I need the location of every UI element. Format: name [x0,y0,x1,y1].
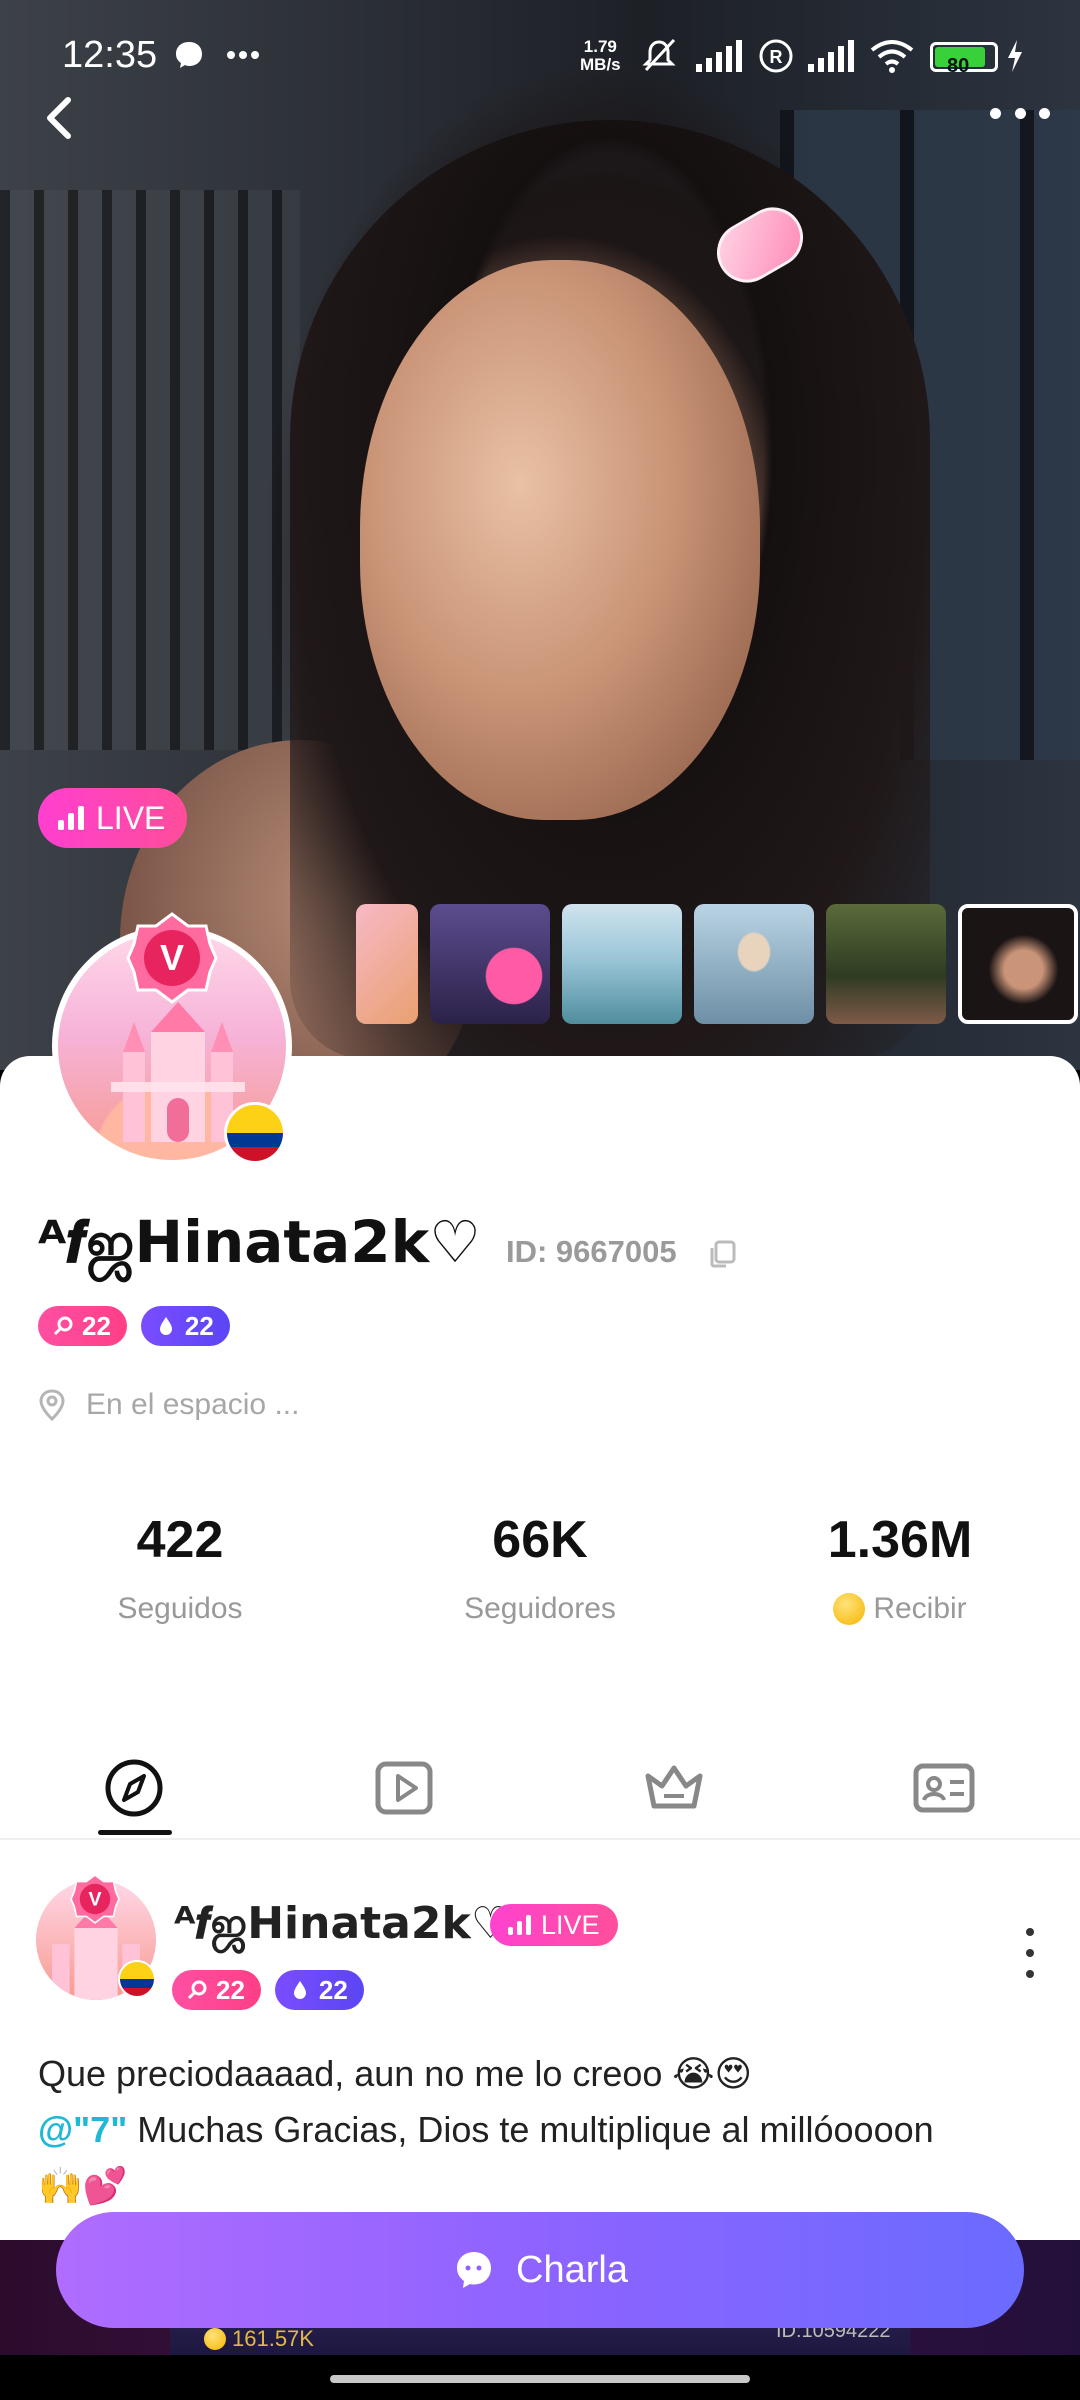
home-indicator[interactable] [330,2375,750,2383]
photo-thumbnail[interactable] [694,904,814,1024]
profile-avatar[interactable]: V [52,912,292,1166]
live-bars-icon [58,806,84,830]
stat-value: 66K [492,1511,588,1569]
battery-indicator: 80 [930,42,998,77]
wealth-level-badge[interactable]: 22 [172,1970,261,2010]
location-text: En el espacio ... [86,1388,300,1421]
profile-tabs [0,1740,1080,1840]
status-time: 12:35 [62,34,158,76]
status-bar: 12:35 1.79 MB/s R 80 [0,0,1080,110]
location-row: En el espacio ... [38,1388,299,1422]
location-pin-icon [39,1389,65,1421]
active-tab-indicator [98,1830,172,1835]
dot [1026,1949,1034,1957]
live-bars-icon [508,1915,531,1935]
copy-icon[interactable] [706,1238,738,1270]
wealth-level-icon [187,1980,207,2000]
back-arrow-icon[interactable] [38,88,82,148]
mute-bell-icon [642,38,676,72]
dot [1039,108,1050,119]
stat-received[interactable]: 1.36M Recibir [720,1510,1080,1626]
dot [1026,1928,1034,1936]
chat-button[interactable]: Charla [56,2212,1024,2328]
roaming-icon: R [759,39,793,73]
photo-face [360,260,760,820]
post-line: Que preciodaaaad, aun no me lo creoo 😭😍 [38,2053,753,2094]
charging-icon [1008,40,1022,72]
post-more-options-button[interactable] [1020,1928,1040,1978]
dot [990,108,1001,119]
post-author-name[interactable]: ᴬ𝒇ஜHinata2k♡ [174,1898,510,1955]
post-live-badge[interactable]: LIVE [490,1904,618,1946]
stat-value: 422 [136,1511,224,1569]
live-label: LIVE [96,799,166,836]
vip-badge-icon: V [70,1874,120,1924]
post-author-avatar[interactable]: V [36,1874,156,2000]
crown-icon[interactable] [642,1756,706,1820]
post-line: 🙌💕 [38,2165,128,2206]
wealth-level-value: 22 [82,1310,111,1341]
stat-label: Seguidores [464,1592,616,1625]
dot [1014,108,1026,119]
stat-following[interactable]: 422 Seguidos [0,1510,360,1626]
dot [1026,1970,1034,1978]
svg-text:V: V [88,1889,101,1911]
more-options-button[interactable] [990,108,1050,128]
stat-label: Seguidos [117,1592,243,1625]
level-badges: 22 22 [38,1306,230,1346]
photo-thumbnail[interactable] [430,904,550,1024]
profile-id: ID: 9667005 [506,1234,677,1269]
charm-level-value: 22 [318,1974,348,2005]
battery-level: 80 [947,54,970,77]
svg-text:V: V [160,937,184,978]
signal-icon-1 [696,40,742,72]
background-gate [0,190,300,750]
video-play-icon[interactable] [372,1756,436,1820]
chat-bubble-icon [457,2252,492,2288]
more-notifications-icon [227,51,259,59]
post-text: Que preciodaaaad, aun no me lo creoo 😭😍 … [38,2046,1048,2214]
colombia-flag-icon [118,1960,156,1998]
chat-notification-icon [176,42,202,68]
post-line-2: @"7" Muchas Gracias, Dios te multiplique… [38,2102,1048,2158]
wealth-level-badge[interactable]: 22 [38,1306,127,1346]
charm-level-value: 22 [184,1310,214,1341]
profile-name: ᴬ𝒇ஜHinata2k♡ [38,1208,482,1276]
network-speed: 1.79 MB/s [580,37,621,74]
drop-icon [159,1317,172,1335]
charm-level-badge[interactable]: 22 [274,1970,364,2010]
compass-icon[interactable] [102,1756,166,1820]
stat-value: 1.36M [827,1511,973,1569]
post-line-text: Muchas Gracias, Dios te multiplique al m… [127,2109,934,2150]
media-coins: 161.57K [204,2326,314,2352]
stat-label: Recibir [720,1592,1080,1626]
id-card-icon[interactable] [912,1756,976,1820]
photo-thumbnail[interactable] [356,904,418,1024]
photo-thumbnail[interactable] [826,904,946,1024]
wealth-level-value: 22 [216,1974,245,2005]
wifi-icon [870,40,914,73]
wealth-level-icon [53,1316,73,1336]
coin-icon [204,2328,226,2350]
profile-stats: 422 Seguidos 66K Seguidores 1.36M Recibi… [0,1510,1080,1626]
drop-icon [293,1981,306,1999]
colombia-flag-icon [224,1102,286,1164]
photo-thumbnail-selected[interactable] [958,904,1078,1024]
charm-level-badge[interactable]: 22 [140,1306,230,1346]
photo-thumbnail[interactable] [562,904,682,1024]
mention-link[interactable]: @"7" [38,2109,127,2150]
vip-badge-icon: V [126,912,218,1004]
media-coins-value: 161.57K [232,2326,314,2351]
chat-button-label: Charla [516,2248,628,2291]
post-level-badges: 22 22 [172,1970,364,2010]
live-badge[interactable]: LIVE [38,788,188,848]
photo-thumbnail-strip [356,904,1078,1024]
svg-text:R: R [770,47,783,67]
signal-icon-2 [808,40,854,72]
coin-icon [833,1593,866,1625]
stat-followers[interactable]: 66K Seguidores [360,1510,720,1626]
post-live-label: LIVE [541,1909,600,1940]
